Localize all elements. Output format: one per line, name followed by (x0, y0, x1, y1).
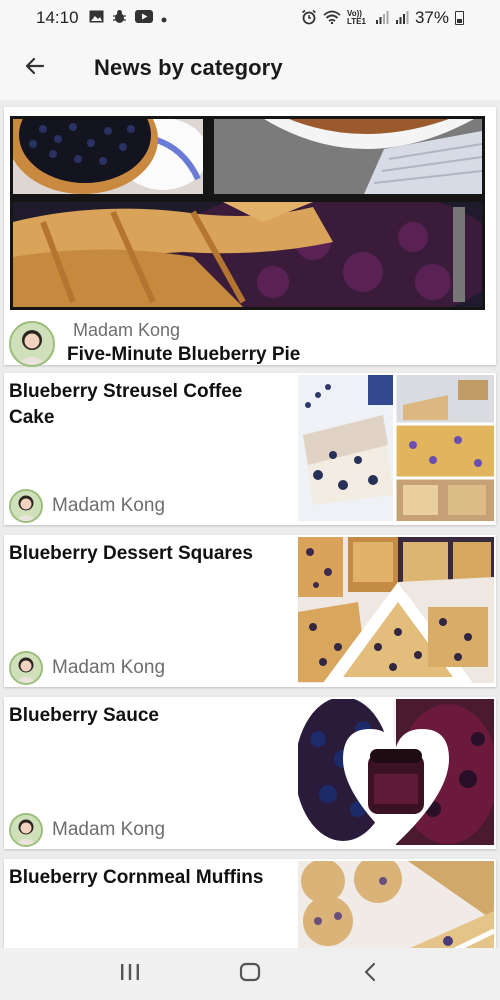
collage-tile-lattice-pie (13, 202, 482, 307)
youtube-icon (134, 10, 153, 26)
article-thumbnail (298, 699, 494, 845)
article-author: Madam Kong (52, 495, 166, 516)
author-avatar (9, 489, 43, 523)
collage-tile-tart (13, 119, 203, 194)
article-thumbnail (298, 861, 494, 948)
gallery-icon (89, 10, 104, 26)
article-card[interactable]: Blueberry Sauce Madam Kong (4, 697, 496, 849)
page-title: News by category (94, 55, 283, 80)
notification-dot-icon (161, 10, 167, 26)
featured-article-meta: Madam Kong Five-Minute Blueberry Pie (9, 317, 489, 367)
arrow-left-icon (23, 54, 47, 83)
collage-tile-dish (214, 119, 482, 194)
status-right: Vo)) LTE1 37% (301, 8, 464, 28)
article-title: Blueberry Sauce (9, 705, 159, 726)
status-bar: 14:10 Vo)) LTE1 37% (0, 0, 500, 36)
featured-article-card[interactable]: Madam Kong Five-Minute Blueberry Pie (4, 107, 496, 367)
system-navigation-bar (0, 948, 500, 1000)
article-title: Blueberry Cornmeal Muffins (9, 867, 264, 888)
article-title: Blueberry Dessert Squares (9, 543, 253, 564)
author-avatar (9, 321, 55, 367)
system-back-button[interactable] (340, 954, 400, 994)
back-chevron-icon (363, 962, 377, 987)
recents-icon (119, 963, 141, 986)
back-button[interactable] (0, 36, 70, 100)
battery-percent: 37% (414, 8, 449, 27)
article-card[interactable]: Blueberry Streusel Coffee Cake Madam Kon… (4, 373, 496, 525)
featured-article-author: Madam Kong (73, 320, 181, 340)
article-author: Madam Kong (52, 819, 166, 840)
article-thumbnail (298, 537, 494, 683)
recents-button[interactable] (100, 954, 160, 994)
featured-article-image (10, 116, 485, 310)
article-thumbnail (298, 375, 494, 521)
home-icon (239, 962, 261, 987)
home-button[interactable] (220, 954, 280, 994)
status-time: 14:10 (36, 8, 79, 27)
featured-article-title: Five-Minute Blueberry Pie (67, 344, 301, 365)
author-avatar (9, 813, 43, 847)
signal-icon-2 (395, 10, 409, 27)
article-title: Blueberry Streusel Coffee Cake (9, 381, 243, 428)
app-bar: News by category (0, 36, 500, 100)
battery-icon (455, 11, 464, 25)
news-feed[interactable]: Madam Kong Five-Minute Blueberry Pie Blu… (0, 100, 500, 948)
alarm-icon (301, 9, 317, 28)
wifi-icon (323, 10, 341, 27)
bug-icon (112, 9, 127, 27)
article-card[interactable]: Blueberry Dessert Squares Madam Kong (4, 535, 496, 687)
signal-icon-1 (375, 10, 389, 27)
network-label: Vo)) LTE1 (346, 9, 366, 26)
author-avatar (9, 651, 43, 685)
article-card[interactable]: Blueberry Cornmeal Muffins (4, 859, 496, 948)
article-author: Madam Kong (52, 657, 166, 678)
